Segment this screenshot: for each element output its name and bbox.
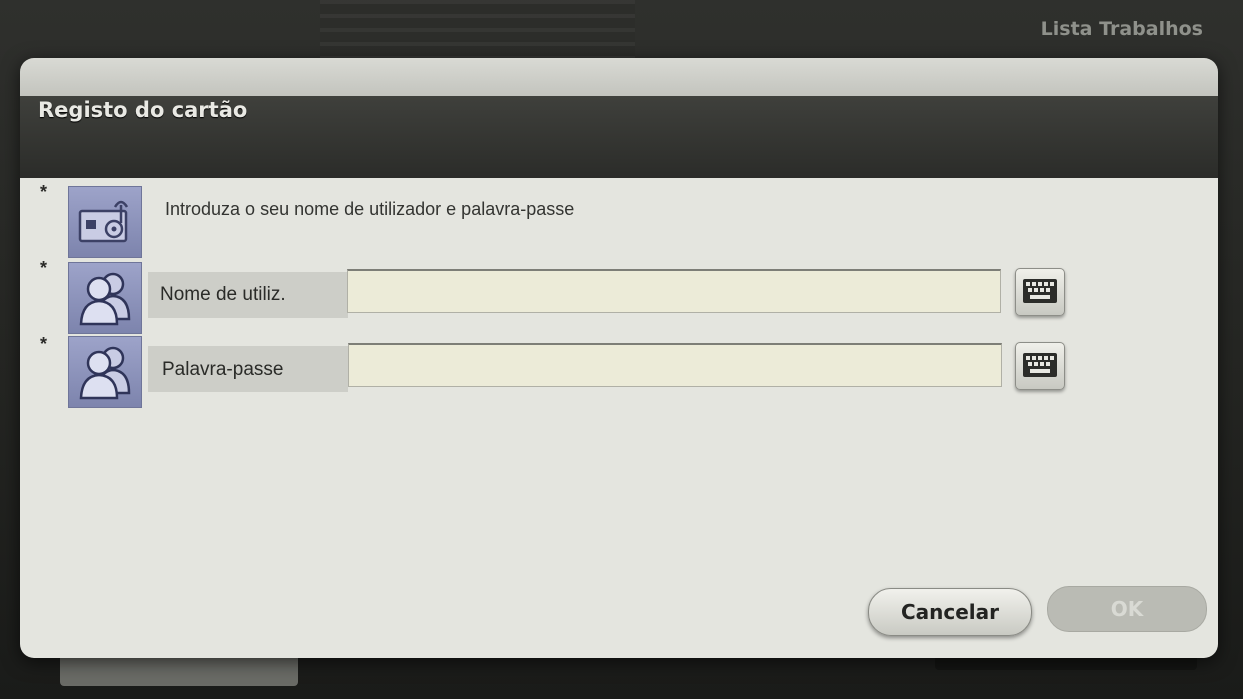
password-keyboard-button[interactable] bbox=[1015, 342, 1065, 390]
keyboard-icon bbox=[1023, 353, 1057, 377]
ok-button[interactable]: OK bbox=[1047, 586, 1207, 632]
dialog-top-strip bbox=[20, 58, 1218, 96]
dialog-body bbox=[20, 178, 1218, 658]
cancel-button[interactable]: Cancelar bbox=[868, 588, 1032, 636]
required-marker: * bbox=[40, 182, 48, 202]
required-marker: * bbox=[40, 258, 48, 278]
job-list-tab[interactable]: Lista Trabalhos bbox=[1041, 18, 1203, 40]
users-icon bbox=[68, 336, 142, 408]
instruction-text: Introduza o seu nome de utilizador e pal… bbox=[165, 199, 575, 219]
keyboard-icon bbox=[1023, 279, 1057, 303]
password-input[interactable] bbox=[348, 343, 1002, 387]
required-marker: * bbox=[40, 334, 48, 354]
username-label: Nome de utiliz. bbox=[160, 284, 286, 305]
dialog-title: Registo do cartão bbox=[38, 98, 248, 122]
card-reader-icon bbox=[68, 186, 142, 258]
username-keyboard-button[interactable] bbox=[1015, 268, 1065, 316]
users-icon bbox=[68, 262, 142, 334]
password-label: Palavra-passe bbox=[162, 359, 284, 380]
card-registration-dialog: Registo do cartão * Introduza o seu nome… bbox=[20, 58, 1218, 658]
username-input[interactable] bbox=[347, 269, 1001, 313]
